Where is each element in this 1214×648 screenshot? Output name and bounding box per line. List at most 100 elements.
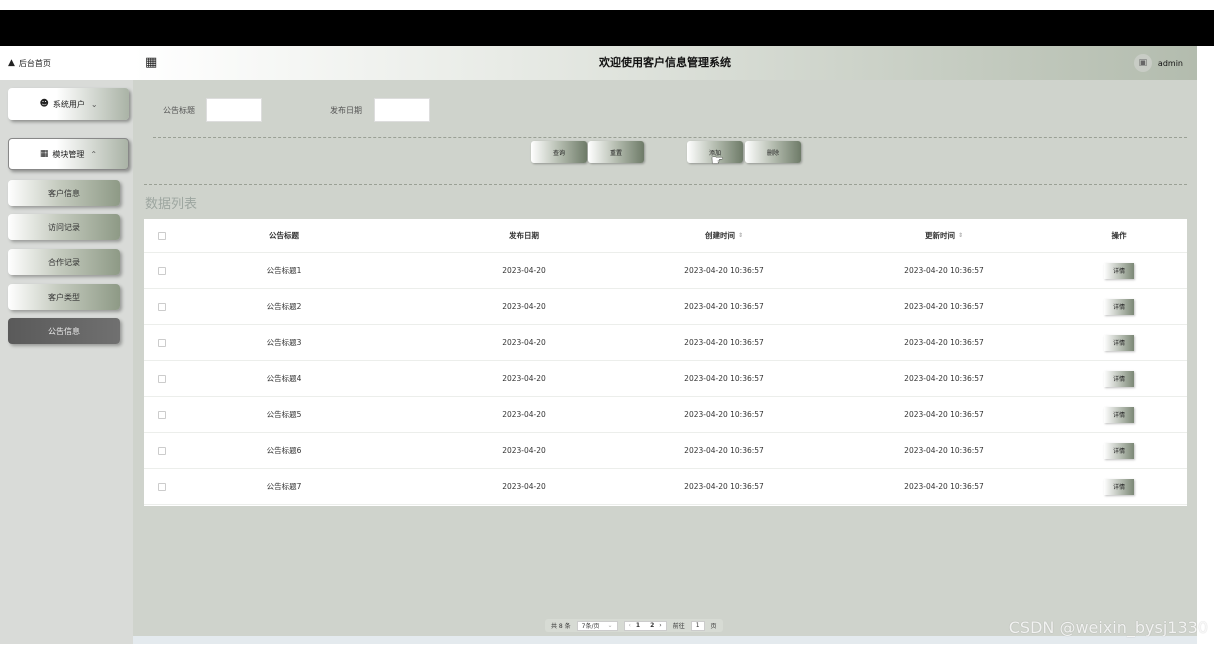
goto-page-input[interactable]: 1 — [690, 620, 705, 631]
detail-button[interactable]: 详情 — [1104, 370, 1134, 387]
filter-date-input[interactable] — [374, 98, 430, 122]
reset-button[interactable]: 重置 — [588, 141, 644, 163]
cell-created: 2023-04-20 10:36:57 — [684, 266, 764, 275]
cell-created: 2023-04-20 10:36:57 — [684, 302, 764, 311]
cell-updated: 2023-04-20 10:36:57 — [904, 482, 984, 491]
detail-button[interactable]: 详情 — [1104, 334, 1134, 351]
sort-icon: ⇕ — [737, 232, 744, 239]
row-checkbox[interactable] — [158, 410, 166, 419]
detail-button[interactable]: 详情 — [1104, 442, 1134, 459]
watermark: CSDN @weixin_bysj1330 — [1008, 618, 1208, 637]
cell-date: 2023-04-20 — [502, 338, 546, 347]
avatar: ▣ — [1133, 54, 1152, 72]
chevron-up-icon: ⌃ — [90, 149, 98, 159]
cell-date: 2023-04-20 — [502, 446, 546, 455]
cell-created: 2023-04-20 10:36:57 — [684, 338, 764, 347]
page-number-2[interactable]: 2 — [650, 622, 654, 629]
cell-title: 公告标题5 — [266, 410, 302, 419]
goto-page-value: 1 — [695, 622, 700, 629]
sidebar-group-module-management[interactable]: ▦ 模块管理 ⌃ — [8, 138, 129, 170]
section-title: 数据列表 — [145, 197, 198, 212]
page-number-1[interactable]: 1 — [636, 622, 640, 629]
column-header-actions: 操作 — [1111, 231, 1127, 240]
cell-date: 2023-04-20 — [502, 266, 546, 275]
cell-created: 2023-04-20 10:36:57 — [684, 410, 764, 419]
column-header-updated[interactable]: 更新时间 ⇕ — [844, 219, 1044, 252]
column-header-title: 公告标题 — [269, 231, 299, 240]
sidebar-group-label: 模块管理 — [52, 149, 85, 159]
sidebar-item-customer-types[interactable]: 客户类型 — [8, 284, 120, 310]
browser-top-bar — [0, 10, 1214, 46]
table-row: 公告标题1 2023-04-20 2023-04-20 10:36:57 2023-0… — [144, 253, 1187, 289]
detail-button[interactable]: 详情 — [1104, 478, 1134, 495]
pagination-total: 共 8 条 — [551, 623, 571, 630]
home-icon: ▲ — [8, 58, 15, 68]
row-checkbox[interactable] — [158, 302, 166, 311]
cell-title: 公告标题1 — [266, 266, 302, 275]
cell-created: 2023-04-20 10:36:57 — [684, 374, 764, 383]
select-all-checkbox[interactable] — [158, 231, 166, 240]
sidebar-item-announcements[interactable]: 公告信息 — [8, 318, 120, 344]
column-header-created[interactable]: 创建时间 ⇕ — [624, 219, 824, 252]
filter-title-input[interactable] — [206, 98, 262, 122]
detail-button[interactable]: 详情 — [1104, 262, 1134, 279]
filter-date-label: 发布日期 — [330, 106, 362, 115]
cell-date: 2023-04-20 — [502, 302, 546, 311]
query-button[interactable]: 查询 — [531, 141, 587, 163]
next-page-icon[interactable]: › — [659, 622, 661, 629]
sidebar-item-label: 访问记录 — [48, 222, 80, 232]
table-row: 公告标题4 2023-04-20 2023-04-20 10:36:57 2023-0… — [144, 361, 1187, 397]
sidebar-item-customer-info[interactable]: 客户信息 — [8, 180, 120, 206]
hand-cursor-icon: ☛ — [711, 153, 724, 169]
delete-button[interactable]: 删除 — [745, 141, 801, 163]
divider — [144, 184, 1187, 185]
table-row: 公告标题6 2023-04-20 2023-04-20 10:36:57 2023-0… — [144, 433, 1187, 469]
goto-label: 前往 — [672, 623, 685, 630]
prev-page-icon[interactable]: ‹ — [629, 622, 631, 629]
table-row: 公告标题2 2023-04-20 2023-04-20 10:36:57 2023-0… — [144, 289, 1187, 325]
sidebar-item-label: 客户类型 — [48, 292, 80, 302]
cell-title: 公告标题6 — [266, 446, 302, 455]
cell-title: 公告标题7 — [266, 482, 302, 491]
cell-updated: 2023-04-20 10:36:57 — [904, 338, 984, 347]
sidebar-item-label: 客户信息 — [48, 188, 80, 198]
table-row: 公告标题5 2023-04-20 2023-04-20 10:36:57 2023-0… — [144, 397, 1187, 433]
user-menu[interactable]: ▣ admin — [1133, 54, 1183, 72]
cell-title: 公告标题4 — [266, 374, 302, 383]
sidebar: ▲ 后台首页 ☻ 系统用户 ⌄ ▦ 模块管理 ⌃ 客户信息 访问记录 合作记录 … — [0, 46, 133, 644]
cell-updated: 2023-04-20 10:36:57 — [904, 302, 984, 311]
sidebar-item-label: 合作记录 — [48, 257, 80, 267]
row-checkbox[interactable] — [158, 482, 166, 491]
row-checkbox[interactable] — [158, 266, 166, 275]
cell-date: 2023-04-20 — [502, 374, 546, 383]
sidebar-home-link[interactable]: ▲ 后台首页 — [0, 46, 133, 80]
sidebar-group-label: 系统用户 — [52, 99, 85, 109]
cell-updated: 2023-04-20 10:36:57 — [904, 374, 984, 383]
chevron-down-icon: ⌄ — [90, 99, 98, 109]
page-size-value: 7条/页 — [581, 623, 600, 630]
cell-title: 公告标题3 — [266, 338, 302, 347]
divider — [153, 137, 1187, 138]
sidebar-group-system-users[interactable]: ☻ 系统用户 ⌄ — [8, 88, 129, 120]
row-checkbox[interactable] — [158, 338, 166, 347]
cell-updated: 2023-04-20 10:36:57 — [904, 410, 984, 419]
row-checkbox[interactable] — [158, 446, 166, 455]
cell-created: 2023-04-20 10:36:57 — [684, 446, 764, 455]
chevron-down-icon: ⌄ — [607, 622, 613, 629]
grid-icon: ▦ — [39, 149, 49, 159]
row-checkbox[interactable] — [158, 374, 166, 383]
sort-icon: ⇕ — [957, 232, 964, 239]
data-table: 公告标题 发布日期 创建时间 ⇕ 更新时间 ⇕ 操作 公告标题1 2023-04-20… — [144, 219, 1187, 506]
sidebar-item-visit-records[interactable]: 访问记录 — [8, 214, 120, 240]
detail-button[interactable]: 详情 — [1104, 406, 1134, 423]
cell-date: 2023-04-20 — [502, 482, 546, 491]
table-row: 公告标题7 2023-04-20 2023-04-20 10:36:57 2023-0… — [144, 469, 1187, 505]
cell-updated: 2023-04-20 10:36:57 — [904, 446, 984, 455]
page-size-select[interactable]: 7条/页 ⌄ — [576, 620, 618, 631]
username: admin — [1157, 58, 1183, 68]
sidebar-item-cooperation-records[interactable]: 合作记录 — [8, 249, 120, 275]
sidebar-home-label: 后台首页 — [18, 58, 51, 68]
page-title: 欢迎使用客户信息管理系统 — [599, 56, 731, 69]
detail-button[interactable]: 详情 — [1104, 298, 1134, 315]
cell-updated: 2023-04-20 10:36:57 — [904, 266, 984, 275]
